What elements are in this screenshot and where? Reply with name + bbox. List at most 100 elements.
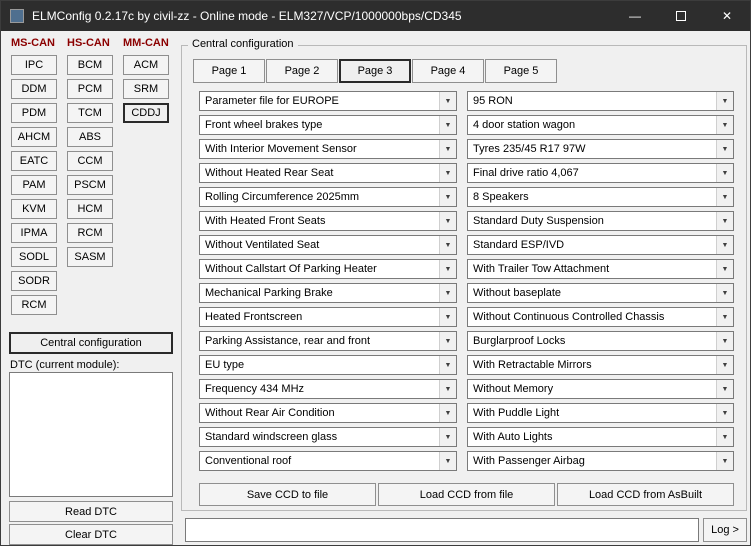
dropdown-arrow-icon[interactable]: ▼ — [716, 236, 733, 254]
module-button-bcm[interactable]: BCM — [67, 55, 113, 75]
dropdown-arrow-icon[interactable]: ▼ — [439, 452, 456, 470]
module-button-pcm[interactable]: PCM — [67, 79, 113, 99]
dropdown-arrow-icon[interactable]: ▼ — [716, 428, 733, 446]
dropdown-arrow-icon[interactable]: ▼ — [716, 260, 733, 278]
dropdown-arrow-icon[interactable]: ▼ — [439, 140, 456, 158]
module-button-acm[interactable]: ACM — [123, 55, 169, 75]
dropdown-arrow-icon[interactable]: ▼ — [439, 404, 456, 422]
combo-left-row-11[interactable]: Parking Assistance, rear and front▼ — [199, 331, 457, 351]
module-button-pdm[interactable]: PDM — [11, 103, 57, 123]
module-button-tcm[interactable]: TCM — [67, 103, 113, 123]
dropdown-arrow-icon[interactable]: ▼ — [716, 356, 733, 374]
combo-right-row-12[interactable]: With Retractable Mirrors▼ — [467, 355, 734, 375]
dropdown-arrow-icon[interactable]: ▼ — [716, 116, 733, 134]
module-button-hcm[interactable]: HCM — [67, 199, 113, 219]
load-ccd-from-asbuilt-button[interactable]: Load CCD from AsBuilt — [557, 483, 734, 506]
page-tab-3[interactable]: Page 3 — [339, 59, 411, 83]
read-dtc-button[interactable]: Read DTC — [9, 501, 173, 522]
page-tab-1[interactable]: Page 1 — [193, 59, 265, 83]
dropdown-arrow-icon[interactable]: ▼ — [716, 404, 733, 422]
dropdown-arrow-icon[interactable]: ▼ — [716, 284, 733, 302]
page-tab-4[interactable]: Page 4 — [412, 59, 484, 83]
combo-left-row-6[interactable]: With Heated Front Seats▼ — [199, 211, 457, 231]
dropdown-arrow-icon[interactable]: ▼ — [439, 212, 456, 230]
combo-left-row-16[interactable]: Conventional roof▼ — [199, 451, 457, 471]
combo-right-row-6[interactable]: Standard Duty Suspension▼ — [467, 211, 734, 231]
combo-right-row-1[interactable]: 95 RON▼ — [467, 91, 734, 111]
close-button[interactable]: ✕ — [704, 1, 750, 31]
combo-right-row-4[interactable]: Final drive ratio 4,067▼ — [467, 163, 734, 183]
combo-left-row-14[interactable]: Without Rear Air Condition▼ — [199, 403, 457, 423]
log-button[interactable]: Log > — [703, 518, 747, 542]
dropdown-arrow-icon[interactable]: ▼ — [439, 356, 456, 374]
dropdown-arrow-icon[interactable]: ▼ — [716, 140, 733, 158]
module-button-ahcm[interactable]: AHCM — [11, 127, 57, 147]
dropdown-arrow-icon[interactable]: ▼ — [716, 452, 733, 470]
combo-right-row-2[interactable]: 4 door station wagon▼ — [467, 115, 734, 135]
dropdown-arrow-icon[interactable]: ▼ — [439, 428, 456, 446]
maximize-button[interactable] — [658, 1, 704, 31]
combo-left-row-7[interactable]: Without Ventilated Seat▼ — [199, 235, 457, 255]
dropdown-arrow-icon[interactable]: ▼ — [439, 284, 456, 302]
save-ccd-to-file-button[interactable]: Save CCD to file — [199, 483, 376, 506]
module-button-sasm[interactable]: SASM — [67, 247, 113, 267]
page-tab-5[interactable]: Page 5 — [485, 59, 557, 83]
central-configuration-button[interactable]: Central configuration — [9, 332, 173, 354]
module-button-eatc[interactable]: EATC — [11, 151, 57, 171]
combo-left-row-5[interactable]: Rolling Circumference 2025mm▼ — [199, 187, 457, 207]
combo-left-row-15[interactable]: Standard windscreen glass▼ — [199, 427, 457, 447]
module-button-ccm[interactable]: CCM — [67, 151, 113, 171]
module-button-sodr[interactable]: SODR — [11, 271, 57, 291]
dropdown-arrow-icon[interactable]: ▼ — [439, 380, 456, 398]
combo-right-row-5[interactable]: 8 Speakers▼ — [467, 187, 734, 207]
module-button-ipc[interactable]: IPC — [11, 55, 57, 75]
combo-left-row-12[interactable]: EU type▼ — [199, 355, 457, 375]
dropdown-arrow-icon[interactable]: ▼ — [716, 164, 733, 182]
combo-left-row-1[interactable]: Parameter file for EUROPE▼ — [199, 91, 457, 111]
dropdown-arrow-icon[interactable]: ▼ — [439, 260, 456, 278]
dropdown-arrow-icon[interactable]: ▼ — [716, 380, 733, 398]
dropdown-arrow-icon[interactable]: ▼ — [439, 188, 456, 206]
dropdown-arrow-icon[interactable]: ▼ — [439, 164, 456, 182]
dropdown-arrow-icon[interactable]: ▼ — [716, 308, 733, 326]
combo-left-row-9[interactable]: Mechanical Parking Brake▼ — [199, 283, 457, 303]
combo-left-row-2[interactable]: Front wheel brakes type▼ — [199, 115, 457, 135]
combo-left-row-8[interactable]: Without Callstart Of Parking Heater▼ — [199, 259, 457, 279]
combo-right-row-8[interactable]: With Trailer Tow Attachment▼ — [467, 259, 734, 279]
combo-right-row-10[interactable]: Without Continuous Controlled Chassis▼ — [467, 307, 734, 327]
combo-right-row-3[interactable]: Tyres 235/45 R17 97W▼ — [467, 139, 734, 159]
module-button-srm[interactable]: SRM — [123, 79, 169, 99]
dropdown-arrow-icon[interactable]: ▼ — [439, 116, 456, 134]
dropdown-arrow-icon[interactable]: ▼ — [439, 236, 456, 254]
combo-right-row-16[interactable]: With Passenger Airbag▼ — [467, 451, 734, 471]
combo-right-row-15[interactable]: With Auto Lights▼ — [467, 427, 734, 447]
combo-left-row-4[interactable]: Without Heated Rear Seat▼ — [199, 163, 457, 183]
dropdown-arrow-icon[interactable]: ▼ — [716, 188, 733, 206]
module-button-sodl[interactable]: SODL — [11, 247, 57, 267]
command-input[interactable] — [185, 518, 699, 542]
module-button-pam[interactable]: PAM — [11, 175, 57, 195]
module-button-rcm[interactable]: RCM — [67, 223, 113, 243]
clear-dtc-button[interactable]: Clear DTC — [9, 524, 173, 545]
module-button-abs[interactable]: ABS — [67, 127, 113, 147]
module-button-rcm[interactable]: RCM — [11, 295, 57, 315]
combo-left-row-13[interactable]: Frequency 434 MHz▼ — [199, 379, 457, 399]
dropdown-arrow-icon[interactable]: ▼ — [439, 308, 456, 326]
combo-right-row-11[interactable]: Burglarproof Locks▼ — [467, 331, 734, 351]
combo-right-row-7[interactable]: Standard ESP/IVD▼ — [467, 235, 734, 255]
combo-left-row-3[interactable]: With Interior Movement Sensor▼ — [199, 139, 457, 159]
combo-right-row-9[interactable]: Without baseplate▼ — [467, 283, 734, 303]
module-button-cddj[interactable]: CDDJ — [123, 103, 169, 123]
module-button-kvm[interactable]: KVM — [11, 199, 57, 219]
module-button-ipma[interactable]: IPMA — [11, 223, 57, 243]
dropdown-arrow-icon[interactable]: ▼ — [439, 332, 456, 350]
dtc-listbox[interactable] — [9, 372, 173, 497]
module-button-pscm[interactable]: PSCM — [67, 175, 113, 195]
dropdown-arrow-icon[interactable]: ▼ — [439, 92, 456, 110]
dropdown-arrow-icon[interactable]: ▼ — [716, 212, 733, 230]
dropdown-arrow-icon[interactable]: ▼ — [716, 332, 733, 350]
combo-left-row-10[interactable]: Heated Frontscreen▼ — [199, 307, 457, 327]
combo-right-row-13[interactable]: Without Memory▼ — [467, 379, 734, 399]
minimize-button[interactable]: — — [612, 1, 658, 31]
dropdown-arrow-icon[interactable]: ▼ — [716, 92, 733, 110]
